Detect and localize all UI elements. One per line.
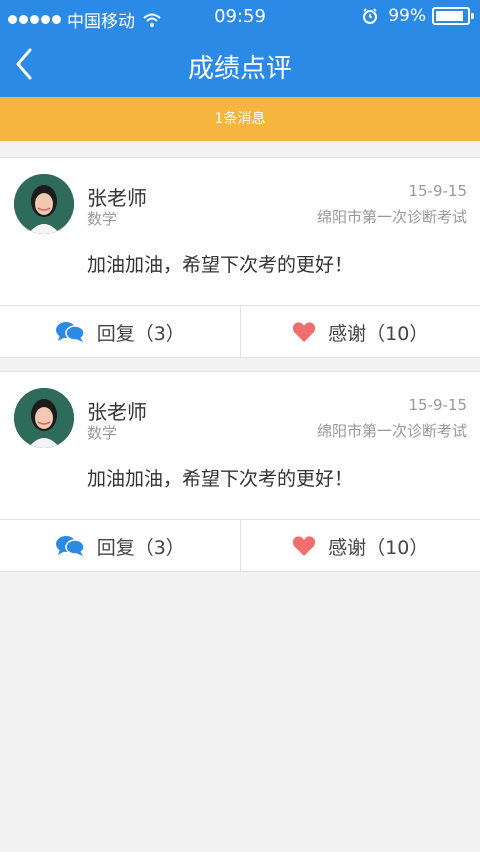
card-actions: 回复（3） 感谢（10） xyxy=(0,519,480,572)
chat-bubble-icon xyxy=(55,322,85,342)
battery-percent: 99% xyxy=(388,6,426,26)
reply-button[interactable]: 回复（3） xyxy=(0,520,240,572)
comment-date: 15-9-15 xyxy=(408,396,467,414)
subject-label: 数学 xyxy=(87,424,118,442)
reply-label: 回复（3） xyxy=(96,322,185,345)
battery-icon xyxy=(432,7,474,25)
subject-label: 数学 xyxy=(87,210,118,228)
teacher-name: 张老师 xyxy=(87,400,147,424)
card-actions: 回复（3） 感谢（10） xyxy=(0,305,480,358)
exam-name: 绵阳市第一次诊断考试 xyxy=(316,208,467,226)
page-title: 成绩点评 xyxy=(187,54,292,84)
avatar xyxy=(14,174,74,234)
comment-card: 张老师 数学 15-9-15 绵阳市第一次诊断考试 加油加油，希望下次考的更好！… xyxy=(0,371,480,572)
alarm-icon xyxy=(363,8,378,24)
exam-name: 绵阳市第一次诊断考试 xyxy=(316,422,467,440)
header-bar: 中国移动 09:59 99% 成绩点评 xyxy=(0,0,480,97)
thanks-button[interactable]: 感谢（10） xyxy=(239,306,480,358)
comment-card: 张老师 数学 15-9-15 绵阳市第一次诊断考试 加油加油，希望下次考的更好！… xyxy=(0,157,480,358)
heart-icon xyxy=(293,536,316,556)
reply-button[interactable]: 回复（3） xyxy=(0,306,240,358)
thanks-button[interactable]: 感谢（10） xyxy=(239,520,480,572)
chat-bubble-icon xyxy=(55,536,85,556)
avatar xyxy=(14,388,74,448)
thanks-label: 感谢（10） xyxy=(328,322,429,345)
reply-label: 回复（3） xyxy=(96,536,185,559)
comment-text: 加油加油，希望下次考的更好！ xyxy=(87,468,354,490)
message-count-banner[interactable]: 1条消息 xyxy=(0,97,480,141)
comment-date: 15-9-15 xyxy=(408,182,467,200)
comment-text: 加油加油，希望下次考的更好！ xyxy=(87,254,354,276)
teacher-name: 张老师 xyxy=(87,186,147,210)
heart-icon xyxy=(293,322,316,342)
status-bar: 中国移动 09:59 99% xyxy=(0,0,480,34)
thanks-label: 感谢（10） xyxy=(328,536,429,559)
